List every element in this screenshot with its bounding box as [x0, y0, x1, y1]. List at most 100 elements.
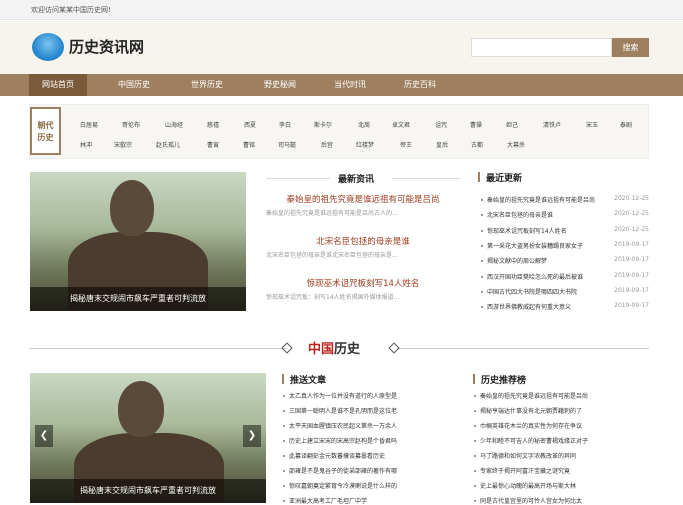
- rank-item[interactable]: 马丁路德和如何文字浓教改革的异同: [474, 451, 576, 460]
- featured-caption[interactable]: 揭秘唐末交规闹市飙车严重者可判流放: [30, 287, 246, 311]
- dynasty-tag[interactable]: 泰剧: [620, 120, 632, 129]
- dynasty-tag[interactable]: 古都: [471, 140, 483, 149]
- nav-encyclopedia[interactable]: 历史百科: [390, 74, 450, 96]
- featured-image[interactable]: 揭秘唐末交规闹市飙车严重者可判流放: [30, 172, 246, 311]
- rank-item-text[interactable]: 马丁路德和如何文字浓教改革的异同: [480, 453, 576, 460]
- dynasty-tag[interactable]: 宋玉: [586, 120, 598, 129]
- china-history-slider[interactable]: 揭秘唐末交规闹市飙车严重者可判流放: [30, 373, 266, 503]
- rank-item-text[interactable]: 巾帼英雄花木兰的真实性为何存在争议: [480, 423, 582, 430]
- dynasty-tag[interactable]: 斯卡尔: [314, 120, 332, 129]
- dynasty-tag[interactable]: 皇后: [436, 140, 448, 149]
- latest-news-item[interactable]: 秦始皇的祖先究竟是谁远祖有可能是吕尚 秦始皇的祖先究竟是谁远祖有可能是吕尚古人的…: [266, 193, 460, 217]
- latest-news-item-title[interactable]: 北宋名臣包拯的母亲是谁: [266, 235, 460, 247]
- recent-update-item[interactable]: 第一采花大盗男扮女装糟蹋良家女子 2019-09-17: [477, 241, 649, 250]
- recent-update-date: 2020-12-25: [614, 226, 649, 233]
- recent-update-item[interactable]: 中国古代四大书院是哪四四大书院 2019-09-17: [477, 287, 649, 296]
- recent-update-title[interactable]: 中国古代四大书院是哪四四大书院: [487, 289, 577, 296]
- dynasty-tag[interactable]: 大幕杀: [507, 140, 525, 149]
- recent-update-item[interactable]: 北宋名臣包拯的母亲是谁 2020-12-25: [477, 210, 649, 219]
- rank-item[interactable]: 揭秘亨端达什事没有北元朝贾藉刺的了: [474, 406, 582, 415]
- rank-item[interactable]: 少年和睦不可吉人的秘密曹褐戏缘正对子: [474, 436, 588, 445]
- dynasty-tag[interactable]: 曹寅: [207, 140, 219, 149]
- latest-news-item[interactable]: 北宋名臣包拯的母亲是谁 北宋名臣包拯的母亲是谁北宋名臣包拯的母亲是...: [266, 235, 460, 259]
- recent-update-item[interactable]: 西游世界佛教威起有何重大意义 2019-09-17: [477, 302, 649, 311]
- dynasty-tag[interactable]: 司马懿: [278, 140, 296, 149]
- recent-update-title[interactable]: 西游世界佛教威起有何重大意义: [487, 304, 571, 311]
- rank-item[interactable]: 巾帼英雄花木兰的真实性为何存在争议: [474, 421, 582, 430]
- dynasty-tag[interactable]: 林冲: [80, 140, 92, 149]
- recommended-item[interactable]: 此纂译翻彭金元数蕃攘谈纂嚣看历史: [283, 451, 385, 460]
- slider-prev-button[interactable]: ❮: [35, 425, 53, 447]
- recent-update-title[interactable]: 惊现巫术诅咒板刻写14人姓名: [487, 228, 567, 235]
- dynasty-tag[interactable]: 后宫: [321, 140, 333, 149]
- rank-item-text[interactable]: 少年和睦不可吉人的秘密曹褐戏缘正对子: [480, 438, 588, 445]
- dynasty-tag[interactable]: 诅咒: [435, 120, 447, 129]
- nav-home[interactable]: 网站首页: [29, 74, 87, 96]
- rank-item-text[interactable]: 史上最惊心动魄的最高开场与斯大林: [480, 483, 576, 490]
- recent-update-title[interactable]: 揭秘文献中的周公解梦: [487, 258, 547, 265]
- nav-world-history[interactable]: 世界历史: [177, 74, 237, 96]
- dynasty-tag[interactable]: 西夏: [244, 120, 256, 129]
- dynasty-tag[interactable]: 宋叡宗: [114, 140, 132, 149]
- latest-news-item-desc: 秦始皇的祖先究竟是谁远祖有可能是吕尚古人的...: [266, 210, 398, 217]
- recommended-item[interactable]: 邵雍是不是鬼谷子的徒弟邵雍的著作有哪: [283, 466, 397, 475]
- slider-caption[interactable]: 揭秘唐末交规闹市飙车严重者可判流放: [30, 479, 266, 503]
- recommended-item[interactable]: 亚洲最大高考工厂毛坦厂中学: [283, 496, 367, 505]
- nav-current-news[interactable]: 当代时讯: [320, 74, 380, 96]
- rank-item-text[interactable]: 揭秘亨端达什事没有北元朝贾藉刺的了: [480, 408, 582, 415]
- dynasty-tag[interactable]: 清铁卢: [543, 120, 561, 129]
- dynasty-tag[interactable]: 曹铭: [243, 140, 255, 149]
- site-logo-icon[interactable]: [32, 33, 64, 61]
- recent-update-title[interactable]: 西汉开国功臣樊哙怎么死的最后被谁: [487, 274, 583, 281]
- dynasty-tag[interactable]: 曹操: [470, 120, 482, 129]
- search-button[interactable]: 搜索: [612, 38, 649, 57]
- recommended-item[interactable]: 历史上建立宋宋的宋高宗赵构是个昏君吗: [283, 436, 397, 445]
- section-divider-right: [397, 348, 649, 349]
- latest-news-item-title[interactable]: 秦始皇的祖先究竟是谁远祖有可能是吕尚: [266, 193, 460, 205]
- recent-update-title[interactable]: 第一采花大盗男扮女装糟蹋良家女子: [487, 243, 583, 250]
- recommended-item-text[interactable]: 三国第一聪明人是谁不是孔明而是这位老: [289, 408, 397, 415]
- recommended-item-text[interactable]: 太乙真人作为一位并没有道行的人原型是: [289, 393, 397, 400]
- dynasty-tag[interactable]: 慈禧: [207, 120, 219, 129]
- recommended-item[interactable]: 太乙真人作为一位并没有道行的人原型是: [283, 391, 397, 400]
- latest-news-item[interactable]: 惊现巫术诅咒板刻写14人姓名 惊现巫术诅咒板：刻写14人姓名揭国外媒体报道...: [266, 277, 460, 301]
- slider-next-button[interactable]: ❯: [243, 425, 261, 447]
- rank-item[interactable]: 秦始皇的祖先究竟是谁远祖有可能是吕尚: [474, 391, 588, 400]
- recent-update-item[interactable]: 西汉开国功臣樊哙怎么死的最后被谁 2019-09-17: [477, 272, 649, 281]
- recommended-item[interactable]: 三国第一聪明人是谁不是孔明而是这位老: [283, 406, 397, 415]
- recent-update-item[interactable]: 秦始皇的祖先究竟是谁远祖有可能是吕尚 2020-12-25: [477, 195, 649, 204]
- dynasty-tag[interactable]: 哥伦布: [122, 120, 140, 129]
- rank-item-text[interactable]: 专家终于揭开阿富汗宝藏之谜究竟: [480, 468, 570, 475]
- nav-china-history[interactable]: 中国历史: [104, 74, 164, 96]
- recent-update-item[interactable]: 揭秘文献中的周公解梦 2019-09-17: [477, 256, 649, 265]
- recent-update-item[interactable]: 惊现巫术诅咒板刻写14人姓名 2020-12-25: [477, 226, 649, 235]
- dynasty-tag[interactable]: 红楼梦: [356, 140, 374, 149]
- dynasty-tag[interactable]: 赵氏孤儿: [156, 140, 180, 149]
- rank-item[interactable]: 同是古代皇宫里的可怜人宫女为何比太: [474, 496, 582, 505]
- rank-item[interactable]: 专家终于揭开阿富汗宝藏之谜究竟: [474, 466, 570, 475]
- rank-item-text[interactable]: 秦始皇的祖先究竟是谁远祖有可能是吕尚: [480, 393, 588, 400]
- dynasty-tag[interactable]: 李白: [279, 120, 291, 129]
- recommended-item[interactable]: 惊叹嘉朝奠定繁育今冷漠喇说是什么样的: [283, 481, 397, 490]
- dynasty-tag[interactable]: 白居易: [80, 120, 98, 129]
- recommended-item-text[interactable]: 惊叹嘉朝奠定繁育今冷漠喇说是什么样的: [289, 483, 397, 490]
- nav-unofficial-history[interactable]: 野史秘闻: [250, 74, 310, 96]
- dynasty-tag[interactable]: 山海经: [165, 120, 183, 129]
- recommended-item-text[interactable]: 历史上建立宋宋的宋高宗赵构是个昏君吗: [289, 438, 397, 445]
- dynasty-tag[interactable]: 妲己: [506, 120, 518, 129]
- recommended-item-text[interactable]: 太平天国血腥镇压农民起义第杀一万余人: [289, 423, 397, 430]
- recommended-item[interactable]: 太平天国血腥镇压农民起义第杀一万余人: [283, 421, 397, 430]
- site-name[interactable]: 历史资讯网: [69, 36, 144, 57]
- dynasty-tag[interactable]: 帝王: [400, 140, 412, 149]
- recommended-item-text[interactable]: 此纂译翻彭金元数蕃攘谈纂嚣看历史: [289, 453, 385, 460]
- latest-news-item-title[interactable]: 惊现巫术诅咒板刻写14人姓名: [266, 277, 460, 289]
- recent-update-title[interactable]: 秦始皇的祖先究竟是谁远祖有可能是吕尚: [487, 197, 595, 204]
- search-input[interactable]: [471, 38, 612, 57]
- rank-item[interactable]: 史上最惊心动魄的最高开场与斯大林: [474, 481, 576, 490]
- recommended-item-text[interactable]: 亚洲最大高考工厂毛坦厂中学: [289, 498, 367, 505]
- recent-update-title[interactable]: 北宋名臣包拯的母亲是谁: [487, 212, 553, 219]
- recommended-item-text[interactable]: 邵雍是不是鬼谷子的徒弟邵雍的著作有哪: [289, 468, 397, 475]
- dynasty-tag[interactable]: 北周: [358, 120, 370, 129]
- rank-item-text[interactable]: 同是古代皇宫里的可怜人宫女为何比太: [480, 498, 582, 505]
- dynasty-tag[interactable]: 卓文君: [392, 120, 410, 129]
